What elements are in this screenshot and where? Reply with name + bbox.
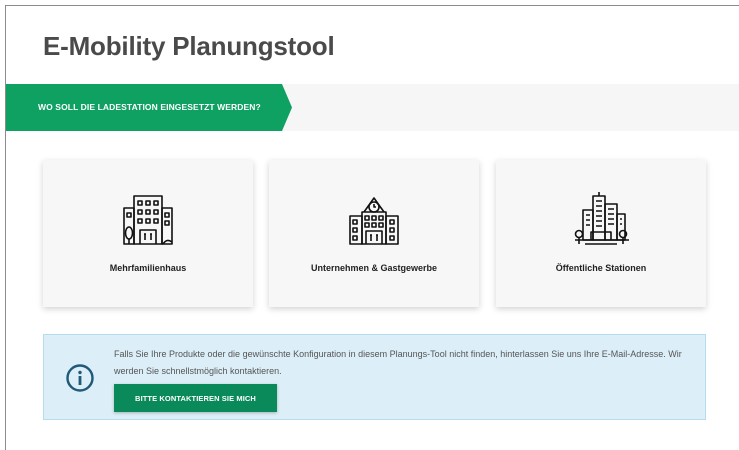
page-title: E-Mobility Planungstool: [43, 31, 335, 61]
info-text: Falls Sie Ihre Produkte oder die gewünsc…: [114, 349, 682, 376]
option-label: Unternehmen & Gastgewerbe: [310, 263, 438, 273]
option-card-oeffentliche-stationen[interactable]: Öffentliche Stationen: [496, 160, 706, 307]
office-building-icon: [349, 197, 399, 245]
step-label: WO SOLL DIE LADESTATION EINGESETZT WERDE…: [38, 102, 261, 112]
city-skyline-icon: [574, 192, 629, 245]
info-box: Falls Sie Ihre Produkte oder die gewünsc…: [43, 334, 706, 420]
info-icon: [66, 364, 94, 392]
apartment-building-icon: [123, 195, 173, 245]
option-label: Mehrfamilienhaus: [109, 263, 187, 273]
option-label: Öffentliche Stationen: [555, 263, 647, 273]
option-card-mehrfamilienhaus[interactable]: Mehrfamilienhaus: [43, 160, 253, 307]
contact-button[interactable]: BITTE KONTAKTIEREN SIE MICH: [114, 384, 277, 412]
option-card-unternehmen[interactable]: Unternehmen & Gastgewerbe: [269, 160, 479, 307]
